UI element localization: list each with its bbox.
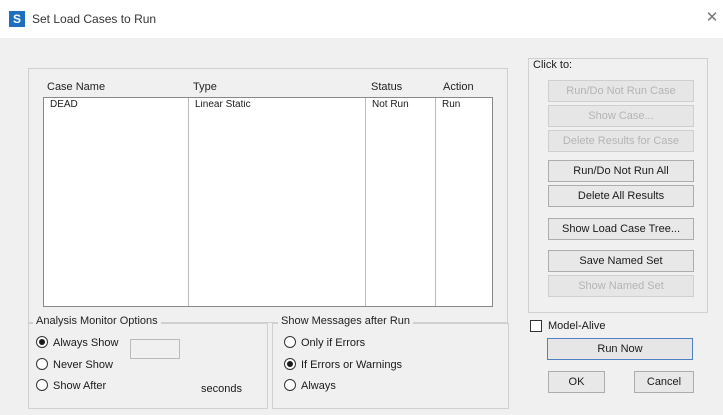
seconds-label: seconds — [201, 383, 242, 395]
if-errors-or-warnings-radio[interactable] — [284, 358, 296, 370]
header-case-name[interactable]: Case Name — [47, 81, 105, 93]
window-title: Set Load Cases to Run — [32, 12, 157, 26]
type-column: Linear StaticModalLinear StaticLinear St… — [189, 98, 366, 306]
run-now-button[interactable]: Run Now — [547, 338, 693, 360]
never-show-option[interactable]: Never Show — [36, 358, 113, 372]
header-status[interactable]: Status — [371, 81, 402, 93]
always-show-label: Always Show — [53, 337, 119, 349]
always-label: Always — [301, 380, 336, 392]
list-cell-status[interactable]: Not Run — [369, 100, 435, 111]
status-column: Not RunNot RunNot RunNot RunNot RunNot R… — [366, 98, 436, 306]
case-name-column: DEADMODALI. Carga VivaII. Carga de vient… — [44, 98, 189, 306]
show-named-set-button[interactable]: Show Named Set — [548, 275, 694, 297]
never-show-label: Never Show — [53, 359, 113, 371]
only-if-errors-label: Only if Errors — [301, 337, 366, 349]
header-action[interactable]: Action — [443, 81, 474, 93]
action-column: RunRunRunRunRunRunRunRunRunRun — [436, 98, 492, 306]
close-icon[interactable]: ✕ — [703, 8, 721, 28]
if-errors-or-warnings-option[interactable]: If Errors or Warnings — [284, 358, 402, 372]
only-if-errors-option[interactable]: Only if Errors — [284, 336, 365, 350]
always-show-option[interactable]: Always Show — [36, 336, 118, 350]
ok-button[interactable]: OK — [548, 371, 605, 393]
save-named-set-button[interactable]: Save Named Set — [548, 250, 694, 272]
delete-results-for-case-button[interactable]: Delete Results for Case — [548, 130, 694, 152]
model-alive-label: Model-Alive — [548, 320, 606, 332]
messages-after-run-title: Show Messages after Run — [278, 315, 414, 327]
only-if-errors-radio[interactable] — [284, 336, 296, 348]
list-cell-action[interactable]: Run — [439, 100, 492, 111]
show-after-radio[interactable] — [36, 379, 48, 391]
load-case-list[interactable]: DEADMODALI. Carga VivaII. Carga de vient… — [43, 97, 493, 307]
list-headers: Case Name Type Status Action — [45, 81, 491, 95]
show-after-label: Show After — [53, 380, 107, 392]
show-after-option[interactable]: Show After — [36, 379, 106, 393]
app-icon: S — [9, 11, 25, 27]
model-alive-checkbox[interactable] — [530, 320, 542, 332]
load-case-list-group: Case Name Type Status Action DEADMODALI.… — [28, 68, 508, 323]
title-bar: S Set Load Cases to Run ✕ — [0, 0, 723, 38]
show-after-seconds-input[interactable] — [130, 339, 180, 359]
always-radio[interactable] — [284, 379, 296, 391]
always-option[interactable]: Always — [284, 379, 336, 393]
show-case-button[interactable]: Show Case... — [548, 105, 694, 127]
list-cell-name[interactable]: DEAD — [47, 100, 188, 111]
run-do-not-run-all-button[interactable]: Run/Do Not Run All — [548, 160, 694, 182]
analysis-monitor-title: Analysis Monitor Options — [33, 315, 161, 327]
list-cell-type[interactable]: Linear Static — [192, 100, 365, 111]
delete-all-results-button[interactable]: Delete All Results — [548, 185, 694, 207]
header-type[interactable]: Type — [193, 81, 217, 93]
never-show-radio[interactable] — [36, 358, 48, 370]
dialog-client-area: Case Name Type Status Action DEADMODALI.… — [0, 38, 723, 415]
always-show-radio[interactable] — [36, 336, 48, 348]
if-errors-or-warnings-label: If Errors or Warnings — [301, 359, 403, 371]
run-do-not-run-case-button[interactable]: Run/Do Not Run Case — [548, 80, 694, 102]
show-load-case-tree-button[interactable]: Show Load Case Tree... — [548, 218, 694, 240]
cancel-button[interactable]: Cancel — [634, 371, 694, 393]
click-to-label: Click to: — [531, 59, 575, 71]
